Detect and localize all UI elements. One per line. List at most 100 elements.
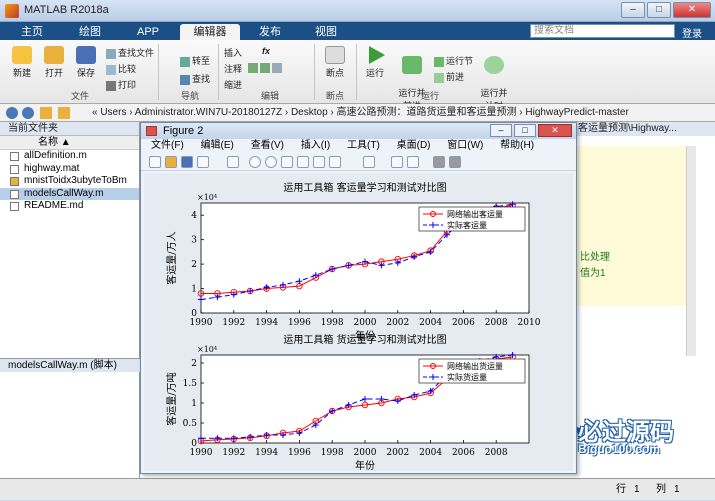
file-item[interactable]: mnistToidx3ubyteToBm: [0, 175, 139, 188]
row-value: 1: [634, 484, 640, 495]
zoom-in-icon[interactable]: [249, 156, 261, 168]
up-folder-icon[interactable]: [40, 107, 52, 119]
menu-edit[interactable]: 编辑(E): [201, 140, 234, 151]
new-button[interactable]: 新建: [8, 46, 36, 79]
find-button[interactable]: 查找: [180, 72, 210, 85]
editor-highlight: 比处理 值为1: [576, 146, 686, 306]
tab-plots[interactable]: 绘图: [70, 24, 110, 40]
axis-multiplier: ×10⁴: [197, 193, 217, 202]
x-tick-label: 2004: [419, 448, 442, 458]
menu-view[interactable]: 查看(V): [251, 140, 284, 151]
save-figure-icon[interactable]: [181, 156, 193, 168]
y-tick-label: 0.5: [183, 419, 198, 429]
brush-icon[interactable]: [329, 156, 341, 168]
tab-editor[interactable]: 编辑器: [180, 24, 240, 40]
advance-icon: [434, 72, 444, 83]
x-tick-label: 2010: [518, 318, 541, 328]
x-tick-label: 2000: [354, 318, 377, 328]
stopwatch-icon: [484, 56, 504, 74]
fx-button[interactable]: fx: [262, 46, 270, 56]
editor-header: 客运量预测\Highway...: [576, 122, 715, 136]
print-button[interactable]: 打印: [106, 78, 136, 91]
ribbon-tab-row: 主页 绘图 APP 编辑器 发布 视图 搜索文档 登录: [0, 22, 715, 40]
legend-entry: 网络输出客运量: [447, 209, 503, 219]
address-bar[interactable]: « Users › Administrator.WIN7U-20180127Z …: [0, 104, 715, 122]
figure-title-bar: Figure 2 – □ ✕: [141, 123, 576, 139]
forward-icon[interactable]: [22, 107, 34, 119]
menu-window[interactable]: 窗口(W): [447, 140, 483, 151]
x-tick-label: 1998: [321, 318, 344, 328]
file-item[interactable]: allDefinition.m: [0, 150, 139, 163]
file-item-selected[interactable]: modelsCallWay.m: [0, 187, 139, 200]
hide-tools-icon[interactable]: [433, 156, 445, 168]
file-item[interactable]: highway.mat: [0, 163, 139, 176]
axis-multiplier: ×10⁴: [197, 345, 217, 354]
login-button[interactable]: 登录: [682, 25, 702, 40]
zoom-out-icon[interactable]: [265, 156, 277, 168]
show-tools-icon[interactable]: [449, 156, 461, 168]
save-button[interactable]: 保存: [72, 46, 100, 79]
browse-folder-icon[interactable]: [58, 107, 70, 119]
figure-minimize-button[interactable]: –: [490, 124, 512, 137]
details-bar: modelsCallWay.m (脚本): [0, 358, 140, 372]
pan-icon[interactable]: [281, 156, 293, 168]
x-tick-label: 2006: [452, 448, 475, 458]
figure-title: Figure 2: [163, 125, 204, 137]
x-tick-label: 1990: [190, 318, 213, 328]
new-figure-icon[interactable]: [149, 156, 161, 168]
chart-title: 运用工具箱 货运量学习和测试对比图: [283, 333, 446, 346]
open-figure-icon[interactable]: [165, 156, 177, 168]
menu-insert[interactable]: 插入(I): [301, 140, 330, 151]
goto-button[interactable]: 转至: [180, 54, 210, 67]
rotate-icon[interactable]: [297, 156, 309, 168]
menu-desktop[interactable]: 桌面(D): [397, 140, 431, 151]
menu-file[interactable]: 文件(F): [151, 140, 184, 151]
run-advance-button[interactable]: 运行并 前进: [396, 46, 428, 112]
x-tick-label: 1992: [222, 448, 245, 458]
x-tick-label: 1990: [190, 448, 213, 458]
comment-tools[interactable]: [248, 62, 284, 73]
open-button[interactable]: 打开: [40, 46, 68, 79]
colorbar-icon[interactable]: [391, 156, 403, 168]
run-section-button[interactable]: 运行节: [434, 54, 473, 67]
pointer-icon[interactable]: [227, 156, 239, 168]
x-tick-label: 2002: [386, 318, 409, 328]
tab-apps[interactable]: APP: [128, 24, 168, 40]
search-input[interactable]: 搜索文档: [530, 24, 675, 38]
x-tick-label: 1994: [255, 318, 278, 328]
tab-view[interactable]: 视图: [306, 24, 346, 40]
find-files-button[interactable]: 查找文件: [106, 46, 154, 59]
edit-group-label: 编辑: [260, 91, 279, 101]
indent-icon: [272, 62, 282, 73]
print-figure-icon[interactable]: [197, 156, 209, 168]
legend-entry: 网络输出货运量: [447, 361, 503, 371]
maximize-button[interactable]: □: [647, 2, 671, 18]
advance-button[interactable]: 前进: [434, 70, 464, 83]
figure-close-button[interactable]: ✕: [538, 124, 572, 137]
tab-home[interactable]: 主页: [12, 24, 52, 40]
close-button[interactable]: ✕: [673, 2, 711, 18]
back-icon[interactable]: [6, 107, 18, 119]
insert-button[interactable]: 插入: [224, 46, 242, 59]
minimize-button[interactable]: –: [621, 2, 645, 18]
tab-publish[interactable]: 发布: [250, 24, 290, 40]
y-axis-label: 客运量/万吨: [165, 372, 178, 425]
breakpoint-button[interactable]: 断点: [320, 46, 350, 79]
indent-button[interactable]: 缩进: [224, 78, 242, 91]
comment-button[interactable]: 注释: [224, 62, 242, 75]
name-column-header[interactable]: 名称 ▲: [0, 136, 139, 150]
menu-help[interactable]: 帮助(H): [500, 140, 534, 151]
row-label: 行: [616, 484, 626, 495]
legend-icon[interactable]: [407, 156, 419, 168]
menu-tools[interactable]: 工具(T): [347, 140, 380, 151]
run-button[interactable]: 运行: [360, 46, 390, 79]
watermark-url: Biguo100.com: [578, 442, 661, 456]
data-cursor-icon[interactable]: [313, 156, 325, 168]
folder-icon: [10, 177, 19, 186]
link-icon[interactable]: [363, 156, 375, 168]
editor-scrollbar[interactable]: [686, 146, 696, 356]
compare-button[interactable]: 比较: [106, 62, 136, 75]
run-time-button[interactable]: 运行并 计时: [478, 46, 510, 112]
figure-maximize-button[interactable]: □: [514, 124, 536, 137]
file-item[interactable]: README.md: [0, 200, 139, 213]
